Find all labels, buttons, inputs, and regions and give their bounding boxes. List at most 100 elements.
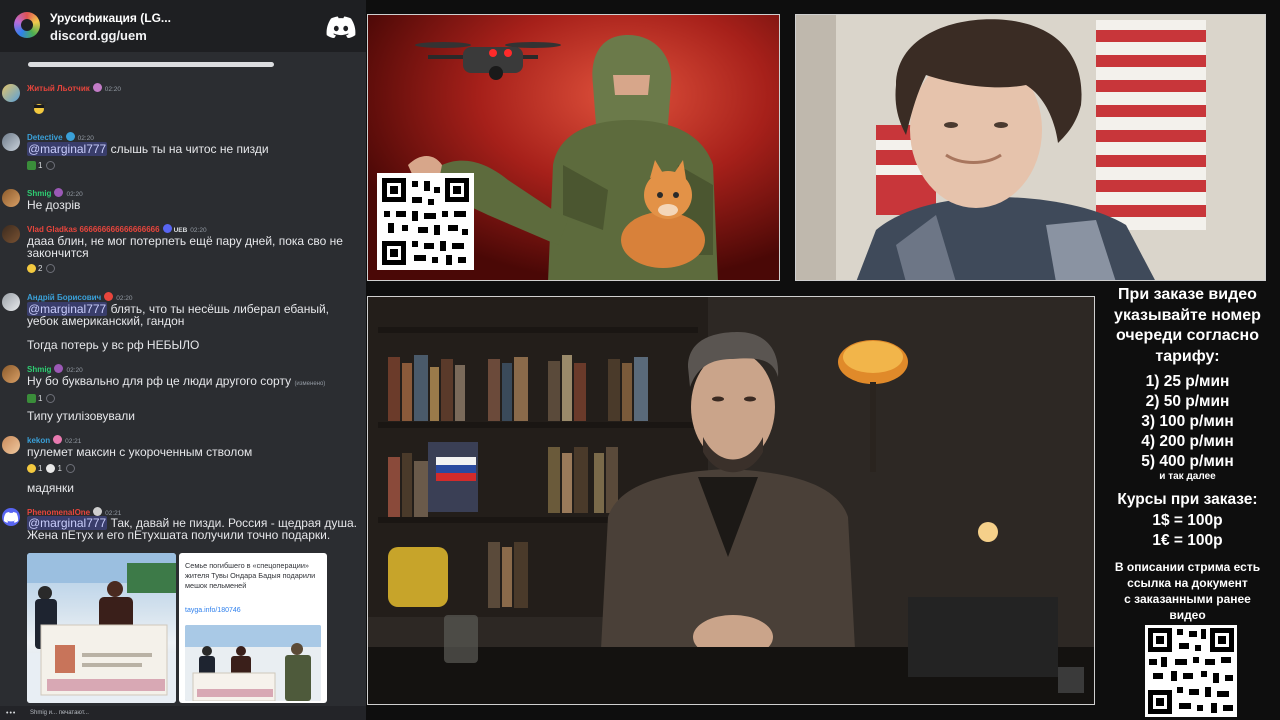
tree-emoji-icon bbox=[27, 160, 36, 170]
server-name: Урусификация (LG... bbox=[50, 11, 171, 25]
mini-avatar-icon bbox=[1058, 667, 1084, 693]
price-list: 1) 25 р/мин 2) 50 р/мин 3) 100 р/мин 4) … bbox=[1100, 372, 1275, 472]
avatar[interactable] bbox=[2, 225, 20, 243]
avatar[interactable] bbox=[2, 293, 20, 311]
embed-title[interactable]: Семье погибшего в «спецоперации» жителя … bbox=[185, 561, 323, 591]
studio-speaker-image bbox=[368, 297, 1094, 704]
chat-message: Андрій Борисович 02:20 @marginal777 блять… bbox=[0, 290, 366, 354]
add-reaction-icon[interactable] bbox=[65, 463, 75, 473]
link-embed-card[interactable]: Семье погибшего в «спецоперации» жителя … bbox=[179, 553, 327, 703]
reactions: 1 1 bbox=[27, 462, 75, 474]
avatar[interactable] bbox=[2, 436, 20, 454]
message-author[interactable]: Shmig 02:20 bbox=[27, 364, 83, 374]
chat-message: Shmig 02:20 Ну бо буквально для рф це люд… bbox=[0, 362, 366, 426]
glass-icon bbox=[444, 615, 478, 663]
role-badge-icon bbox=[53, 435, 63, 444]
reactions: 2 bbox=[27, 262, 56, 274]
message-author[interactable]: Андрій Борисович 02:20 bbox=[27, 292, 132, 302]
message-text: @marginal777 Так, давай не пизди. Россия… bbox=[27, 516, 358, 542]
avatar[interactable] bbox=[2, 84, 20, 102]
message-author[interactable]: Shmig 02:20 bbox=[27, 188, 83, 198]
message-text: мадянки bbox=[27, 481, 75, 495]
laughing-emoji-icon bbox=[27, 463, 36, 473]
role-badge-icon bbox=[104, 292, 114, 301]
reaction[interactable]: 1 bbox=[46, 463, 62, 473]
reactions: 1 bbox=[27, 392, 56, 404]
message-text: @marginal777 слышь ты на читос не пизди bbox=[27, 142, 269, 156]
jump-to-present-bar[interactable] bbox=[28, 62, 274, 67]
message-author[interactable]: Detective 02:20 bbox=[27, 132, 94, 142]
role-badge-icon bbox=[162, 224, 172, 233]
embed-link[interactable]: tayga.info/180746 bbox=[185, 607, 241, 614]
reaction[interactable]: 1 bbox=[27, 160, 42, 170]
qr-code-icon[interactable] bbox=[1145, 625, 1237, 717]
add-reaction-icon[interactable] bbox=[46, 160, 56, 170]
discord-logo-icon bbox=[326, 16, 356, 38]
typing-text: Shmig и... печатают... bbox=[30, 710, 89, 716]
emoji-sticker-icon bbox=[30, 100, 48, 114]
video-feed-webcam bbox=[795, 14, 1266, 281]
typing-dots-icon: ••• bbox=[6, 710, 17, 717]
chat-message: kekon 02:21 пулемет максин с укороченным … bbox=[0, 433, 366, 497]
message-text: Ну бо буквально для рф це люди другого с… bbox=[27, 374, 326, 388]
role-badge-icon bbox=[54, 364, 64, 373]
chat-message: Detective 02:20 @marginal777 слышь ты на … bbox=[0, 130, 366, 172]
price-etc: и так далее bbox=[1159, 471, 1216, 482]
webcam-streamer-flag-image bbox=[796, 15, 1265, 280]
edited-label: (изменено) bbox=[294, 381, 326, 387]
reaction[interactable]: 1 bbox=[27, 393, 42, 403]
avatar[interactable] bbox=[2, 189, 20, 207]
message-author[interactable]: kekon 02:21 bbox=[27, 435, 81, 445]
skull-emoji-icon bbox=[46, 463, 56, 473]
embed-image[interactable] bbox=[185, 625, 321, 701]
reaction[interactable]: 2 bbox=[27, 263, 42, 273]
message-author[interactable]: Vlad Gladkas 666666666666666666 UEB 02:20 bbox=[27, 224, 207, 234]
add-reaction-icon[interactable] bbox=[46, 263, 56, 273]
video-feed-illustration bbox=[367, 14, 780, 281]
tree-emoji-icon bbox=[27, 393, 36, 403]
price-item: 5) 400 р/мин bbox=[1141, 453, 1234, 470]
photo-two-women-icon bbox=[27, 553, 176, 703]
attachment-photo[interactable] bbox=[27, 553, 176, 703]
message-text: @marginal777 блять, что ты несёшь либера… bbox=[27, 302, 329, 328]
reactions: 1 bbox=[27, 159, 56, 171]
chat-header: Урусификация (LG... discord.gg/uem bbox=[0, 0, 366, 52]
rate-item: 1$ = 100р bbox=[1152, 512, 1223, 529]
role-badge-icon bbox=[93, 507, 103, 516]
soldier-drone-cat-illustration bbox=[368, 15, 779, 280]
add-reaction-icon[interactable] bbox=[46, 393, 56, 403]
avatar[interactable] bbox=[2, 365, 20, 383]
message-text: пулемет максин с укороченным стволом bbox=[27, 445, 253, 459]
price-item: 2) 50 р/мин bbox=[1145, 393, 1230, 410]
rates-list: 1$ = 100р 1€ = 100р bbox=[1100, 511, 1275, 551]
description-note: В описании стрима есть ссылка на докумен… bbox=[1114, 560, 1261, 622]
discord-default-avatar-icon bbox=[3, 512, 19, 523]
server-invite-link[interactable]: discord.gg/uem bbox=[50, 28, 147, 43]
rate-item: 1€ = 100р bbox=[1152, 532, 1223, 549]
laptop-icon bbox=[908, 597, 1058, 677]
avatar[interactable] bbox=[2, 508, 20, 526]
chat-message: PhenomenalOne 02:21 @marginal777 Так, дав… bbox=[0, 505, 366, 551]
photo-family-icon bbox=[185, 625, 321, 701]
video-feed-main bbox=[367, 296, 1095, 705]
message-text: дааа блин, не мог потерпеть ещё пару дне… bbox=[27, 234, 343, 260]
price-item: 3) 100 р/мин bbox=[1141, 413, 1234, 430]
price-item: 1) 25 р/мин bbox=[1145, 373, 1230, 390]
stream-layout: Урусификация (LG... discord.gg/uem Житый… bbox=[0, 0, 1280, 720]
laughing-emoji-icon bbox=[27, 263, 36, 273]
message-author[interactable]: Житый Льотчик 02:20 bbox=[27, 83, 121, 93]
message-text: Не дозрів bbox=[27, 198, 81, 212]
role-badge-icon bbox=[65, 132, 75, 141]
message-text: Тогда потерь у вс рф НЕБЫЛО bbox=[27, 338, 200, 352]
user-mention[interactable]: @marginal777 bbox=[27, 142, 108, 156]
price-item: 4) 200 р/мин bbox=[1141, 433, 1234, 450]
reaction[interactable]: 1 bbox=[27, 463, 42, 473]
chat-message: Vlad Gladkas 666666666666666666 UEB 02:20 … bbox=[0, 222, 366, 276]
order-instructions: При заказе видео указывайте номер очеред… bbox=[1114, 286, 1261, 365]
discord-chat-panel: Урусификация (LG... discord.gg/uem Житый… bbox=[0, 0, 366, 720]
avatar[interactable] bbox=[2, 133, 20, 151]
order-info-panel: При заказе видео указывайте номер очеред… bbox=[1100, 285, 1275, 720]
rates-title: Курсы при заказе: bbox=[1117, 491, 1258, 508]
server-rainbow-icon[interactable] bbox=[14, 12, 40, 38]
chat-message: Житый Льотчик 02:20 bbox=[0, 80, 366, 120]
